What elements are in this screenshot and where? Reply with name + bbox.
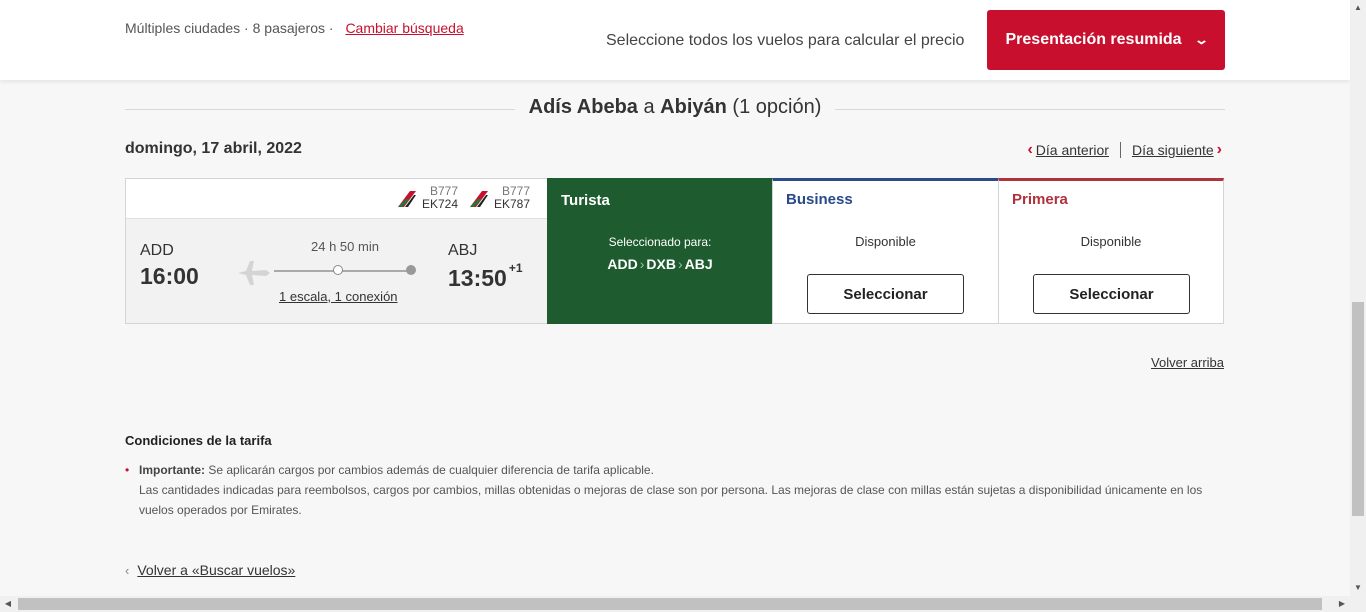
chevron-right-icon[interactable]: ›: [1217, 141, 1222, 159]
vertical-scrollbar[interactable]: ▲ ▼: [1350, 0, 1366, 596]
selected-route: ADD › DXB › ABJ: [548, 256, 772, 272]
select-first-button[interactable]: Seleccionar: [1033, 274, 1190, 314]
selected-for-label: Seleccionado para:: [608, 235, 712, 249]
previous-day-link[interactable]: Día anterior: [1036, 142, 1109, 158]
change-search-link[interactable]: Cambiar búsqueda: [345, 20, 463, 36]
segment: B777 EK787: [468, 185, 530, 211]
arrival-time-block: 13:50 +1: [448, 261, 523, 292]
route-stop: ADD: [607, 256, 638, 272]
scroll-up-icon[interactable]: ▲: [1350, 0, 1366, 16]
flight-segments: B777 EK724 B777 EK787: [126, 179, 547, 219]
flight-number: EK787: [494, 197, 531, 211]
select-business-button[interactable]: Seleccionar: [807, 274, 964, 314]
condition-item: Importante: Se aplicarán cargos por camb…: [139, 460, 1225, 520]
back-to-top-link[interactable]: Volver arriba: [1151, 355, 1224, 370]
nav-separator: [1119, 142, 1121, 158]
important-text: Se aplicarán cargos por cambios además d…: [208, 463, 654, 477]
airplane-icon: [238, 261, 270, 285]
route-track: [274, 270, 412, 272]
scroll-left-icon[interactable]: ◀: [0, 596, 16, 612]
availability-status: Disponible: [855, 234, 916, 249]
route-title: Adís Abeba a Abiyán (1 opción): [0, 96, 1350, 119]
chevron-right-icon: ›: [677, 256, 683, 272]
header-bar: Múltiples ciudades · 8 pasajeros · Cambi…: [0, 0, 1350, 80]
stop-marker: [333, 265, 343, 275]
search-summary: Múltiples ciudades · 8 pasajeros · Cambi…: [125, 20, 464, 36]
fare-conditions-title: Condiciones de la tarifa: [125, 433, 272, 448]
chevron-left-icon[interactable]: ‹: [1027, 141, 1032, 159]
departure-code: ADD: [140, 242, 174, 259]
arrival-code: ABJ: [448, 242, 478, 259]
scroll-down-icon[interactable]: ▼: [1350, 580, 1366, 596]
chevron-left-icon: ‹: [125, 562, 130, 578]
segment: B777 EK724: [396, 185, 458, 211]
scroll-right-icon[interactable]: ▶: [1334, 596, 1350, 612]
chevron-right-icon: ›: [639, 256, 645, 272]
availability-status: Disponible: [1080, 234, 1142, 249]
next-day-link[interactable]: Día siguiente: [1132, 142, 1214, 158]
segment-meta: B777 EK787: [494, 185, 530, 211]
segment-meta: B777 EK724: [422, 185, 458, 211]
summary-view-label: Presentación resumida: [1005, 31, 1182, 48]
route-connector: a: [643, 96, 655, 118]
condition-detail: Las cantidades indicadas para reembolsos…: [139, 483, 1203, 517]
route-origin: Adís Abeba: [528, 96, 638, 118]
arrival-time: 13:50: [448, 265, 507, 291]
route-stop: ABJ: [684, 256, 713, 272]
price-hint: Seleccione todos los vuelos para calcula…: [606, 32, 965, 49]
back-to-search-link[interactable]: Volver a «Buscar vuelos»: [137, 562, 295, 578]
flight-duration: 24 h 50 min: [311, 239, 379, 254]
fare-name: Primera: [1012, 191, 1068, 208]
route-stop: DXB: [646, 256, 676, 272]
arrival-marker: [406, 265, 416, 275]
horizontal-scrollbar[interactable]: ◀ ▶: [0, 596, 1366, 612]
bullet-icon: •: [125, 463, 130, 477]
emirates-logo-icon: [398, 191, 416, 207]
fare-name: Turista: [561, 192, 610, 209]
chevron-down-icon: ⌄: [1193, 32, 1209, 47]
fare-first: Primera Disponible Seleccionar: [998, 178, 1224, 324]
stops-link[interactable]: 1 escala, 1 conexión: [279, 289, 398, 304]
fare-conditions-list: • Importante: Se aplicarán cargos por ca…: [125, 460, 1225, 520]
fare-business: Business Disponible Seleccionar: [772, 178, 999, 324]
important-label: Importante:: [139, 463, 205, 477]
emirates-logo-icon: [470, 191, 488, 207]
flight-number: EK724: [422, 197, 459, 211]
departure-time: 16:00: [140, 263, 199, 289]
fare-economy[interactable]: Turista Seleccionado para: ADD › DXB › ABJ: [547, 178, 773, 324]
flight-date: domingo, 17 abril, 2022: [125, 140, 302, 157]
search-info: Múltiples ciudades · 8 pasajeros ·: [125, 20, 334, 36]
back-to-search[interactable]: ‹ Volver a «Buscar vuelos»: [125, 562, 295, 578]
scroll-thumb[interactable]: [18, 598, 1322, 610]
fare-name: Business: [786, 191, 853, 208]
route-destination: Abiyán: [660, 96, 727, 118]
day-offset: +1: [508, 261, 523, 275]
route-options: (1 opción): [732, 96, 822, 118]
summary-view-button[interactable]: Presentación resumida ⌄: [987, 10, 1225, 70]
day-navigation: ‹ Día anterior Día siguiente ›: [1027, 141, 1222, 159]
scroll-thumb[interactable]: [1352, 302, 1364, 516]
flight-card[interactable]: B777 EK724 B777 EK787 ADD 16:00 24 h 50 …: [125, 178, 548, 324]
